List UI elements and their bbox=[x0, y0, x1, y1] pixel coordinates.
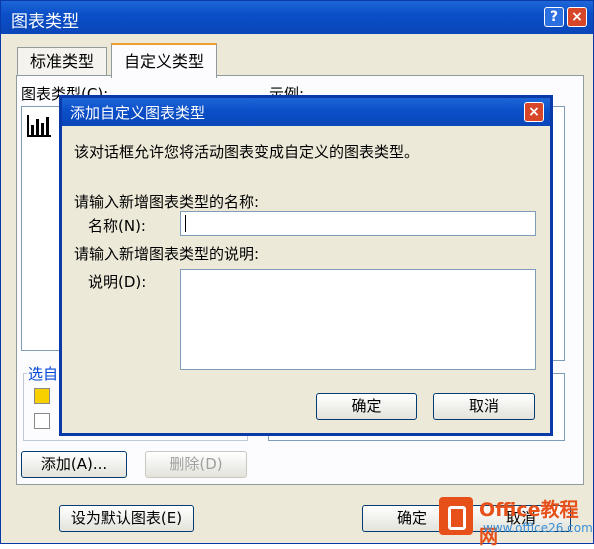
dialog-ok-button[interactable]: 确定 bbox=[316, 393, 417, 420]
radio-user-defined[interactable] bbox=[34, 388, 50, 404]
dialog-title: 添加自定义图表类型 bbox=[70, 104, 206, 122]
tab-standard-types[interactable]: 标准类型 bbox=[17, 47, 108, 76]
description-label: 说明(D): bbox=[88, 273, 147, 291]
help-button[interactable]: ? bbox=[544, 7, 564, 27]
delete-button[interactable]: 删除(D) bbox=[145, 451, 247, 478]
dialog-title-bar[interactable]: 添加自定义图表类型 × bbox=[62, 98, 550, 126]
window-title: 图表类型 bbox=[11, 12, 79, 32]
description-prompt: 请输入新增图表类型的说明: bbox=[74, 245, 260, 263]
office-logo-icon bbox=[439, 497, 473, 535]
watermark: Office教程网 www.office26.com bbox=[439, 495, 593, 548]
add-custom-chart-type-dialog: 添加自定义图表类型 × 该对话框允许您将活动图表变成自定义的图表类型。 请输入新… bbox=[59, 95, 553, 436]
name-input[interactable] bbox=[180, 211, 536, 236]
text-caret bbox=[185, 215, 186, 232]
bar-chart-icon[interactable] bbox=[27, 115, 51, 137]
dialog-cancel-button[interactable]: 取消 bbox=[433, 393, 535, 420]
set-default-chart-button[interactable]: 设为默认图表(E) bbox=[59, 505, 194, 532]
source-group-label: 选自 bbox=[27, 363, 60, 384]
dialog-description: 该对话框允许您将活动图表变成自定义的图表类型。 bbox=[74, 143, 420, 161]
title-bar[interactable]: 图表类型 ? × bbox=[1, 1, 593, 34]
name-label: 名称(N): bbox=[88, 217, 146, 235]
chart-type-window: 图表类型 ? × 标准类型 自定义类型 图表类型(C): 示例: 选自 添加(A… bbox=[0, 0, 594, 548]
dialog-close-button[interactable]: × bbox=[524, 102, 544, 122]
watermark-url: www.office26.com bbox=[483, 521, 593, 535]
add-button[interactable]: 添加(A)... bbox=[21, 451, 127, 478]
description-input[interactable] bbox=[180, 269, 536, 370]
tab-custom-types[interactable]: 自定义类型 bbox=[111, 43, 218, 78]
radio-built-in[interactable] bbox=[34, 413, 50, 429]
close-button[interactable]: × bbox=[567, 7, 587, 27]
name-prompt: 请输入新增图表类型的名称: bbox=[74, 193, 260, 211]
